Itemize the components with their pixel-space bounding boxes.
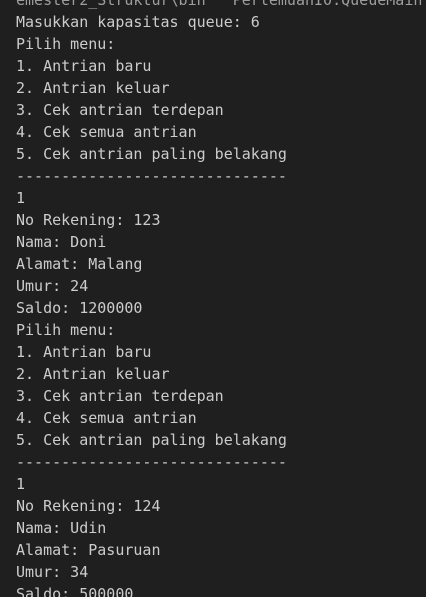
terminal-line-menu-option-1: 1. Antrian baru [16,57,152,75]
terminal-line-name: Nama: Udin [16,519,107,537]
terminal-line-command: emester2_Struktur\bin' 'PertemuanI0.Queu… [16,0,423,9]
terminal-line-separator: ------------------------------ [16,167,287,185]
terminal-output[interactable]: emester2_Struktur\bin' 'PertemuanI0.Queu… [0,0,426,597]
terminal-line-name: Nama: Doni [16,233,107,251]
terminal-line-age: Umur: 34 [16,563,89,581]
terminal-line-balance: Saldo: 1200000 [16,299,143,317]
terminal-line-menu-option-2: 2. Antrian keluar [16,365,170,383]
terminal-line-address: Alamat: Malang [16,255,143,273]
terminal-line-separator: ------------------------------ [16,453,287,471]
terminal-line-menu-title: Pilih menu: [16,321,116,339]
terminal-line-user-choice: 1 [16,189,26,207]
terminal-line-capacity-prompt: Masukkan kapasitas queue: 6 [16,13,260,31]
terminal-line-menu-option-1: 1. Antrian baru [16,343,152,361]
terminal-line-menu-option-5: 5. Cek antrian paling belakang [16,145,287,163]
terminal-line-account-number: No Rekening: 123 [16,211,161,229]
terminal-line-user-choice: 1 [16,475,26,493]
terminal-line-menu-title: Pilih menu: [16,35,116,53]
terminal-line-address: Alamat: Pasuruan [16,541,161,559]
terminal-line-age: Umur: 24 [16,277,89,295]
terminal-line-menu-option-3: 3. Cek antrian terdepan [16,101,224,119]
terminal-line-menu-option-3: 3. Cek antrian terdepan [16,387,224,405]
terminal-line-menu-option-2: 2. Antrian keluar [16,79,170,97]
terminal-line-balance: Saldo: 500000 [16,585,134,597]
terminal-line-account-number: No Rekening: 124 [16,497,161,515]
terminal-line-menu-option-5: 5. Cek antrian paling belakang [16,431,287,449]
terminal-line-menu-option-4: 4. Cek semua antrian [16,409,197,427]
terminal-line-menu-option-4: 4. Cek semua antrian [16,123,197,141]
terminal-lines: emester2_Struktur\bin' 'PertemuanI0.Queu… [16,0,426,597]
